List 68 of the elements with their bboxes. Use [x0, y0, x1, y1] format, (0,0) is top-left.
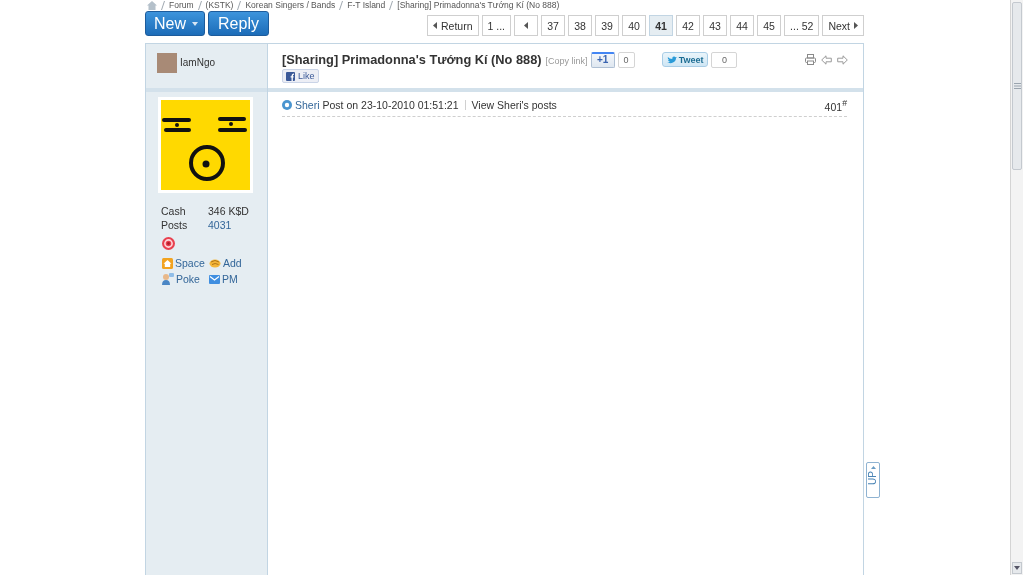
profile-link[interactable]: PM [209, 271, 267, 287]
print-icon[interactable] [805, 54, 816, 65]
slash-icon [389, 0, 394, 10]
user-icon [162, 273, 174, 285]
post-number: 401$^{#}$ [824, 97, 847, 113]
hand-icon [209, 258, 221, 268]
arrow-down-icon [1014, 566, 1020, 570]
page-link[interactable]: 45 [757, 15, 782, 36]
breadcrumb-link[interactable]: (KSTK) [205, 0, 234, 10]
scroll-down-button[interactable] [1012, 562, 1022, 574]
author-name[interactable]: IamNgo [180, 53, 215, 73]
slash-icon [237, 0, 242, 10]
new-post-button[interactable]: New [145, 11, 205, 36]
profile-link[interactable]: Add [209, 255, 267, 271]
page-link[interactable]: 37 [541, 15, 566, 36]
slash-icon [161, 0, 165, 10]
scrollbar-thumb[interactable] [1012, 2, 1022, 170]
page-link[interactable]: ... 52 [784, 15, 820, 36]
page-link[interactable]: 43 [703, 15, 728, 36]
home-icon[interactable] [147, 0, 157, 10]
post-date: Post on 23-10-2010 01:51:21 [322, 99, 459, 111]
reply-button[interactable]: Reply [208, 11, 269, 36]
status-icon [282, 100, 292, 110]
breadcrumb-link[interactable]: Korean Singers / Bands [245, 0, 336, 10]
bird-icon [666, 55, 677, 64]
triangle-right-icon [854, 22, 858, 29]
thread-title: [Sharing] Primadonna's Tướng Kí (No 888) [282, 51, 542, 68]
tweet-button[interactable]: Tweet [661, 52, 709, 67]
slash-icon [197, 0, 202, 10]
mail-icon [209, 274, 220, 284]
square-logo-icon [286, 71, 295, 81]
photo-placeholder [157, 53, 177, 73]
page-link[interactable]: 40 [622, 15, 647, 36]
slash-icon [339, 0, 344, 10]
tweet-count: 0 [711, 51, 738, 68]
profile-link[interactable]: Poke [162, 271, 209, 287]
next-page-button[interactable]: Next [822, 15, 864, 36]
page-link[interactable]: 44 [730, 15, 755, 36]
stat-value: 346 K$D [208, 204, 250, 218]
profile-link[interactable]: Space [162, 255, 209, 271]
triangle-left-icon [433, 22, 437, 29]
arrow-left-icon[interactable] [821, 54, 832, 65]
plus-one-count: 0 [617, 51, 635, 68]
stat-label: Cash [161, 204, 187, 218]
caret-icon [192, 21, 198, 26]
back-to-top-button[interactable]: UP [866, 462, 880, 498]
like-button[interactable]: Like [282, 69, 319, 83]
view-posts-link[interactable]: View Sheri's posts [471, 99, 557, 111]
page-link[interactable]: 42 [676, 15, 701, 36]
page-link[interactable]: 1 ... [481, 15, 512, 36]
return-button[interactable]: Return [427, 15, 479, 36]
page-link[interactable]: 41 [649, 15, 674, 36]
breadcrumb-link[interactable]: Forum [169, 0, 194, 10]
page-link[interactable]: 38 [568, 15, 593, 36]
grip-icon [1013, 83, 1021, 89]
breadcrumb-link[interactable]: F-T Island [347, 0, 386, 10]
page-link[interactable]: 39 [595, 15, 620, 36]
medal-icon [162, 237, 175, 250]
caret-up-icon [870, 466, 876, 469]
stat-label: Posts [161, 218, 189, 232]
stat-link[interactable]: 4031 [208, 218, 267, 232]
triangle-left-icon [524, 22, 529, 29]
previous-page-button[interactable] [514, 15, 539, 36]
post-author-link[interactable]: Sheri [295, 99, 320, 111]
breadcrumb-link[interactable]: [Sharing] Primadonna's Tướng Kí (No 888) [397, 0, 560, 10]
arrow-right-icon[interactable] [837, 54, 848, 65]
home-icon [162, 257, 173, 269]
plus-one-button[interactable]: +1 [590, 51, 615, 68]
